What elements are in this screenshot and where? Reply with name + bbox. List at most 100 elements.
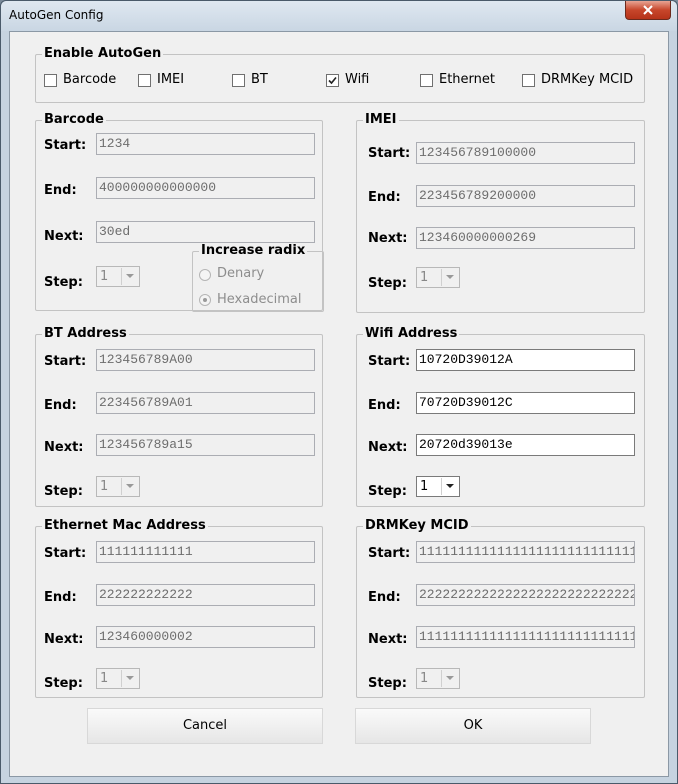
chevron-down-icon — [121, 268, 138, 285]
ethernet-mac-group: Ethernet Mac Address Start: 111111111111… — [35, 518, 323, 698]
wifi-end-label: End: — [368, 398, 401, 413]
bt-start-label: Start: — [44, 354, 87, 369]
wifi-start-field[interactable]: 10720D39012A — [416, 349, 635, 371]
barcode-start-field[interactable]: 1234 — [96, 133, 315, 155]
ethernet-step-label: Step: — [44, 676, 83, 691]
dialog-client-area: Enable AutoGen Barcode IMEI BT Wifi Ethe… — [9, 31, 669, 777]
wifi-next-field[interactable]: 20720d39013e — [416, 434, 635, 456]
barcode-step-select[interactable]: 1 — [96, 266, 140, 287]
imei-checkbox[interactable] — [138, 74, 151, 87]
ethernet-step-value: 1 — [100, 671, 109, 686]
imei-next-field[interactable]: 123460000000269 — [416, 227, 635, 249]
close-button[interactable] — [625, 1, 671, 20]
ethernet-checkbox-label[interactable]: Ethernet — [439, 72, 495, 88]
ethernet-step-select[interactable]: 1 — [96, 668, 140, 689]
barcode-next-field[interactable]: 30ed — [96, 221, 315, 243]
imei-start-field[interactable]: 123456789100000 — [416, 142, 635, 164]
barcode-step-value: 1 — [100, 269, 109, 284]
barcode-legend: Barcode — [42, 112, 106, 128]
drmkey-mcid-group: DRMKey MCID Start: 111111111111111111111… — [356, 518, 645, 698]
bt-next-field[interactable]: 123456789a15 — [96, 434, 315, 456]
drmkey-step-label: Step: — [368, 676, 407, 691]
drmkey-end-field[interactable]: 22222222222222222222222222222222 — [416, 584, 635, 606]
denary-radio-label[interactable]: Denary — [217, 266, 264, 282]
bt-address-legend: BT Address — [42, 326, 129, 342]
chevron-down-icon — [441, 478, 458, 495]
barcode-step-label: Step: — [44, 275, 83, 290]
bt-step-label: Step: — [44, 484, 83, 499]
wifi-step-value: 1 — [420, 479, 429, 494]
cancel-button[interactable]: Cancel — [87, 708, 323, 744]
window-title: AutoGen Config — [9, 8, 104, 22]
drmkey-step-value: 1 — [420, 671, 429, 686]
drmkey-mcid-legend: DRMKey MCID — [363, 518, 471, 534]
ethernet-start-field[interactable]: 111111111111 — [96, 541, 315, 563]
drmkey-next-label: Next: — [368, 632, 408, 647]
ethernet-next-field[interactable]: 123460000002 — [96, 626, 315, 648]
imei-next-label: Next: — [368, 231, 408, 246]
bt-checkbox[interactable] — [232, 74, 245, 87]
ok-button[interactable]: OK — [355, 708, 591, 744]
chevron-down-icon — [121, 478, 138, 495]
drmkey-start-field[interactable]: 11111111111111111111111111111111 — [416, 541, 635, 563]
drmkey-start-label: Start: — [368, 546, 411, 561]
imei-step-label: Step: — [368, 276, 407, 291]
drmkey-checkbox[interactable] — [522, 74, 535, 87]
denary-radio[interactable] — [199, 269, 211, 281]
bt-step-value: 1 — [100, 479, 109, 494]
hexadecimal-radio[interactable] — [199, 294, 211, 306]
increase-radix-group: Increase radix Denary Hexadecimal — [192, 243, 324, 312]
ethernet-end-label: End: — [44, 590, 77, 605]
barcode-start-label: Start: — [44, 138, 87, 153]
wifi-step-label: Step: — [368, 484, 407, 499]
title-bar[interactable]: AutoGen Config — [1, 1, 677, 31]
ethernet-end-field[interactable]: 222222222222 — [96, 584, 315, 606]
chevron-down-icon — [441, 670, 458, 687]
barcode-end-label: End: — [44, 183, 77, 198]
ethernet-next-label: Next: — [44, 632, 84, 647]
close-icon — [643, 5, 653, 15]
chevron-down-icon — [121, 670, 138, 687]
barcode-checkbox[interactable] — [44, 74, 57, 87]
ethernet-checkbox[interactable] — [420, 74, 433, 87]
drmkey-checkbox-label[interactable]: DRMKey MCID — [541, 72, 633, 88]
drmkey-step-select[interactable]: 1 — [416, 668, 460, 689]
barcode-checkbox-label[interactable]: Barcode — [63, 72, 116, 88]
wifi-address-legend: Wifi Address — [363, 326, 460, 342]
barcode-next-label: Next: — [44, 229, 84, 244]
wifi-checkbox-label[interactable]: Wifi — [345, 72, 369, 88]
bt-end-field[interactable]: 223456789A01 — [96, 392, 315, 414]
checkmark-icon — [328, 76, 337, 85]
imei-end-field[interactable]: 223456789200000 — [416, 185, 635, 207]
wifi-checkbox[interactable] — [326, 74, 339, 87]
bt-end-label: End: — [44, 398, 77, 413]
imei-legend: IMEI — [363, 112, 399, 128]
radio-selected-dot — [203, 298, 207, 302]
bt-step-select[interactable]: 1 — [96, 476, 140, 497]
enable-autogen-group: Enable AutoGen Barcode IMEI BT Wifi Ethe… — [35, 46, 645, 103]
autogen-config-window: AutoGen Config Enable AutoGen Barcode IM… — [0, 0, 678, 784]
bt-start-field[interactable]: 123456789A00 — [96, 349, 315, 371]
drmkey-end-label: End: — [368, 590, 401, 605]
drmkey-next-field[interactable]: 11111111111111111111111111111111 — [416, 626, 635, 648]
wifi-step-select[interactable]: 1 — [416, 476, 460, 497]
wifi-start-label: Start: — [368, 354, 411, 369]
bt-checkbox-label[interactable]: BT — [251, 72, 268, 88]
bt-address-group: BT Address Start: 123456789A00 End: 2234… — [35, 326, 323, 507]
wifi-next-label: Next: — [368, 440, 408, 455]
ethernet-start-label: Start: — [44, 546, 87, 561]
barcode-group: Barcode Start: 1234 End: 400000000000000… — [35, 112, 324, 312]
imei-step-value: 1 — [420, 270, 429, 285]
bt-next-label: Next: — [44, 440, 84, 455]
imei-checkbox-label[interactable]: IMEI — [157, 72, 184, 88]
chevron-down-icon — [441, 269, 458, 286]
enable-autogen-legend: Enable AutoGen — [42, 46, 164, 62]
hexadecimal-radio-label[interactable]: Hexadecimal — [217, 292, 301, 308]
wifi-end-field[interactable]: 70720D39012C — [416, 392, 635, 414]
imei-group: IMEI Start: 123456789100000 End: 2234567… — [356, 112, 645, 313]
barcode-end-field[interactable]: 400000000000000 — [96, 177, 315, 199]
imei-step-select[interactable]: 1 — [416, 267, 460, 288]
wifi-address-group: Wifi Address Start: 10720D39012A End: 70… — [356, 326, 645, 507]
increase-radix-legend: Increase radix — [199, 243, 308, 259]
imei-start-label: Start: — [368, 146, 411, 161]
